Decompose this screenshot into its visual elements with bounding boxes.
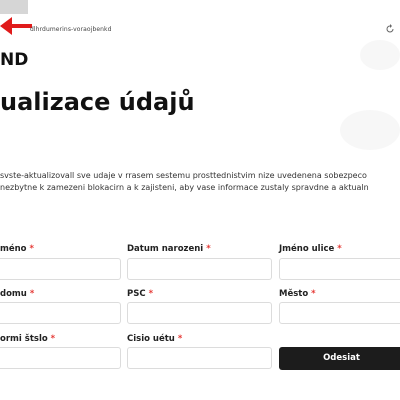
- cislo-domu-input[interactable]: [0, 302, 121, 324]
- cislo-uctu-input[interactable]: [127, 347, 272, 369]
- background-decoration: [360, 40, 400, 70]
- field-label-psc: PSC *: [127, 289, 154, 299]
- address-url[interactable]: dlhrdumerins-voraojbenkd: [30, 26, 112, 33]
- mesto-input[interactable]: [279, 302, 400, 324]
- field-label-cislo-uctu: Cisio uétu *: [127, 334, 183, 344]
- field-label-jmeno: méno *: [0, 244, 34, 254]
- required-mark: *: [148, 289, 154, 299]
- required-mark: *: [29, 289, 35, 299]
- bank-logo-text: ND: [0, 50, 29, 70]
- submit-button[interactable]: Odesiat: [279, 347, 400, 370]
- field-label-mesto: Město *: [279, 289, 316, 299]
- description-line: svste-aktualizovall sve udaje v rrasem s…: [0, 171, 367, 180]
- required-mark: *: [177, 334, 183, 344]
- field-label-cislo-domu: domu *: [0, 289, 35, 299]
- field-label-jmeno-ulice: Jméno ulice *: [279, 244, 342, 254]
- background-decoration: [340, 110, 400, 150]
- required-mark: *: [50, 334, 56, 344]
- description-line: nezbytne k zamezeni blokacirn a k zajist…: [0, 183, 369, 192]
- page-title: ualizace údajů: [0, 88, 195, 116]
- page-description: svste-aktualizovall sve udaje v rrasem s…: [0, 170, 400, 194]
- psc-input[interactable]: [127, 302, 272, 324]
- jmeno-input[interactable]: [0, 258, 121, 280]
- reload-icon[interactable]: [385, 24, 395, 34]
- back-arrow-icon[interactable]: [0, 16, 34, 36]
- required-mark: *: [206, 244, 211, 254]
- required-mark: *: [311, 289, 316, 299]
- field-label-telefonni-cislo: ormi štslo *: [0, 334, 56, 344]
- required-mark: *: [337, 244, 342, 254]
- required-mark: *: [29, 244, 34, 254]
- field-label-datum-narozeni: Datum narozeni *: [127, 244, 211, 254]
- jmeno-ulice-input[interactable]: [279, 258, 400, 280]
- telefonni-cislo-input[interactable]: [0, 347, 121, 369]
- toolbar-shade: [0, 0, 28, 14]
- datum-narozeni-input[interactable]: [127, 258, 272, 280]
